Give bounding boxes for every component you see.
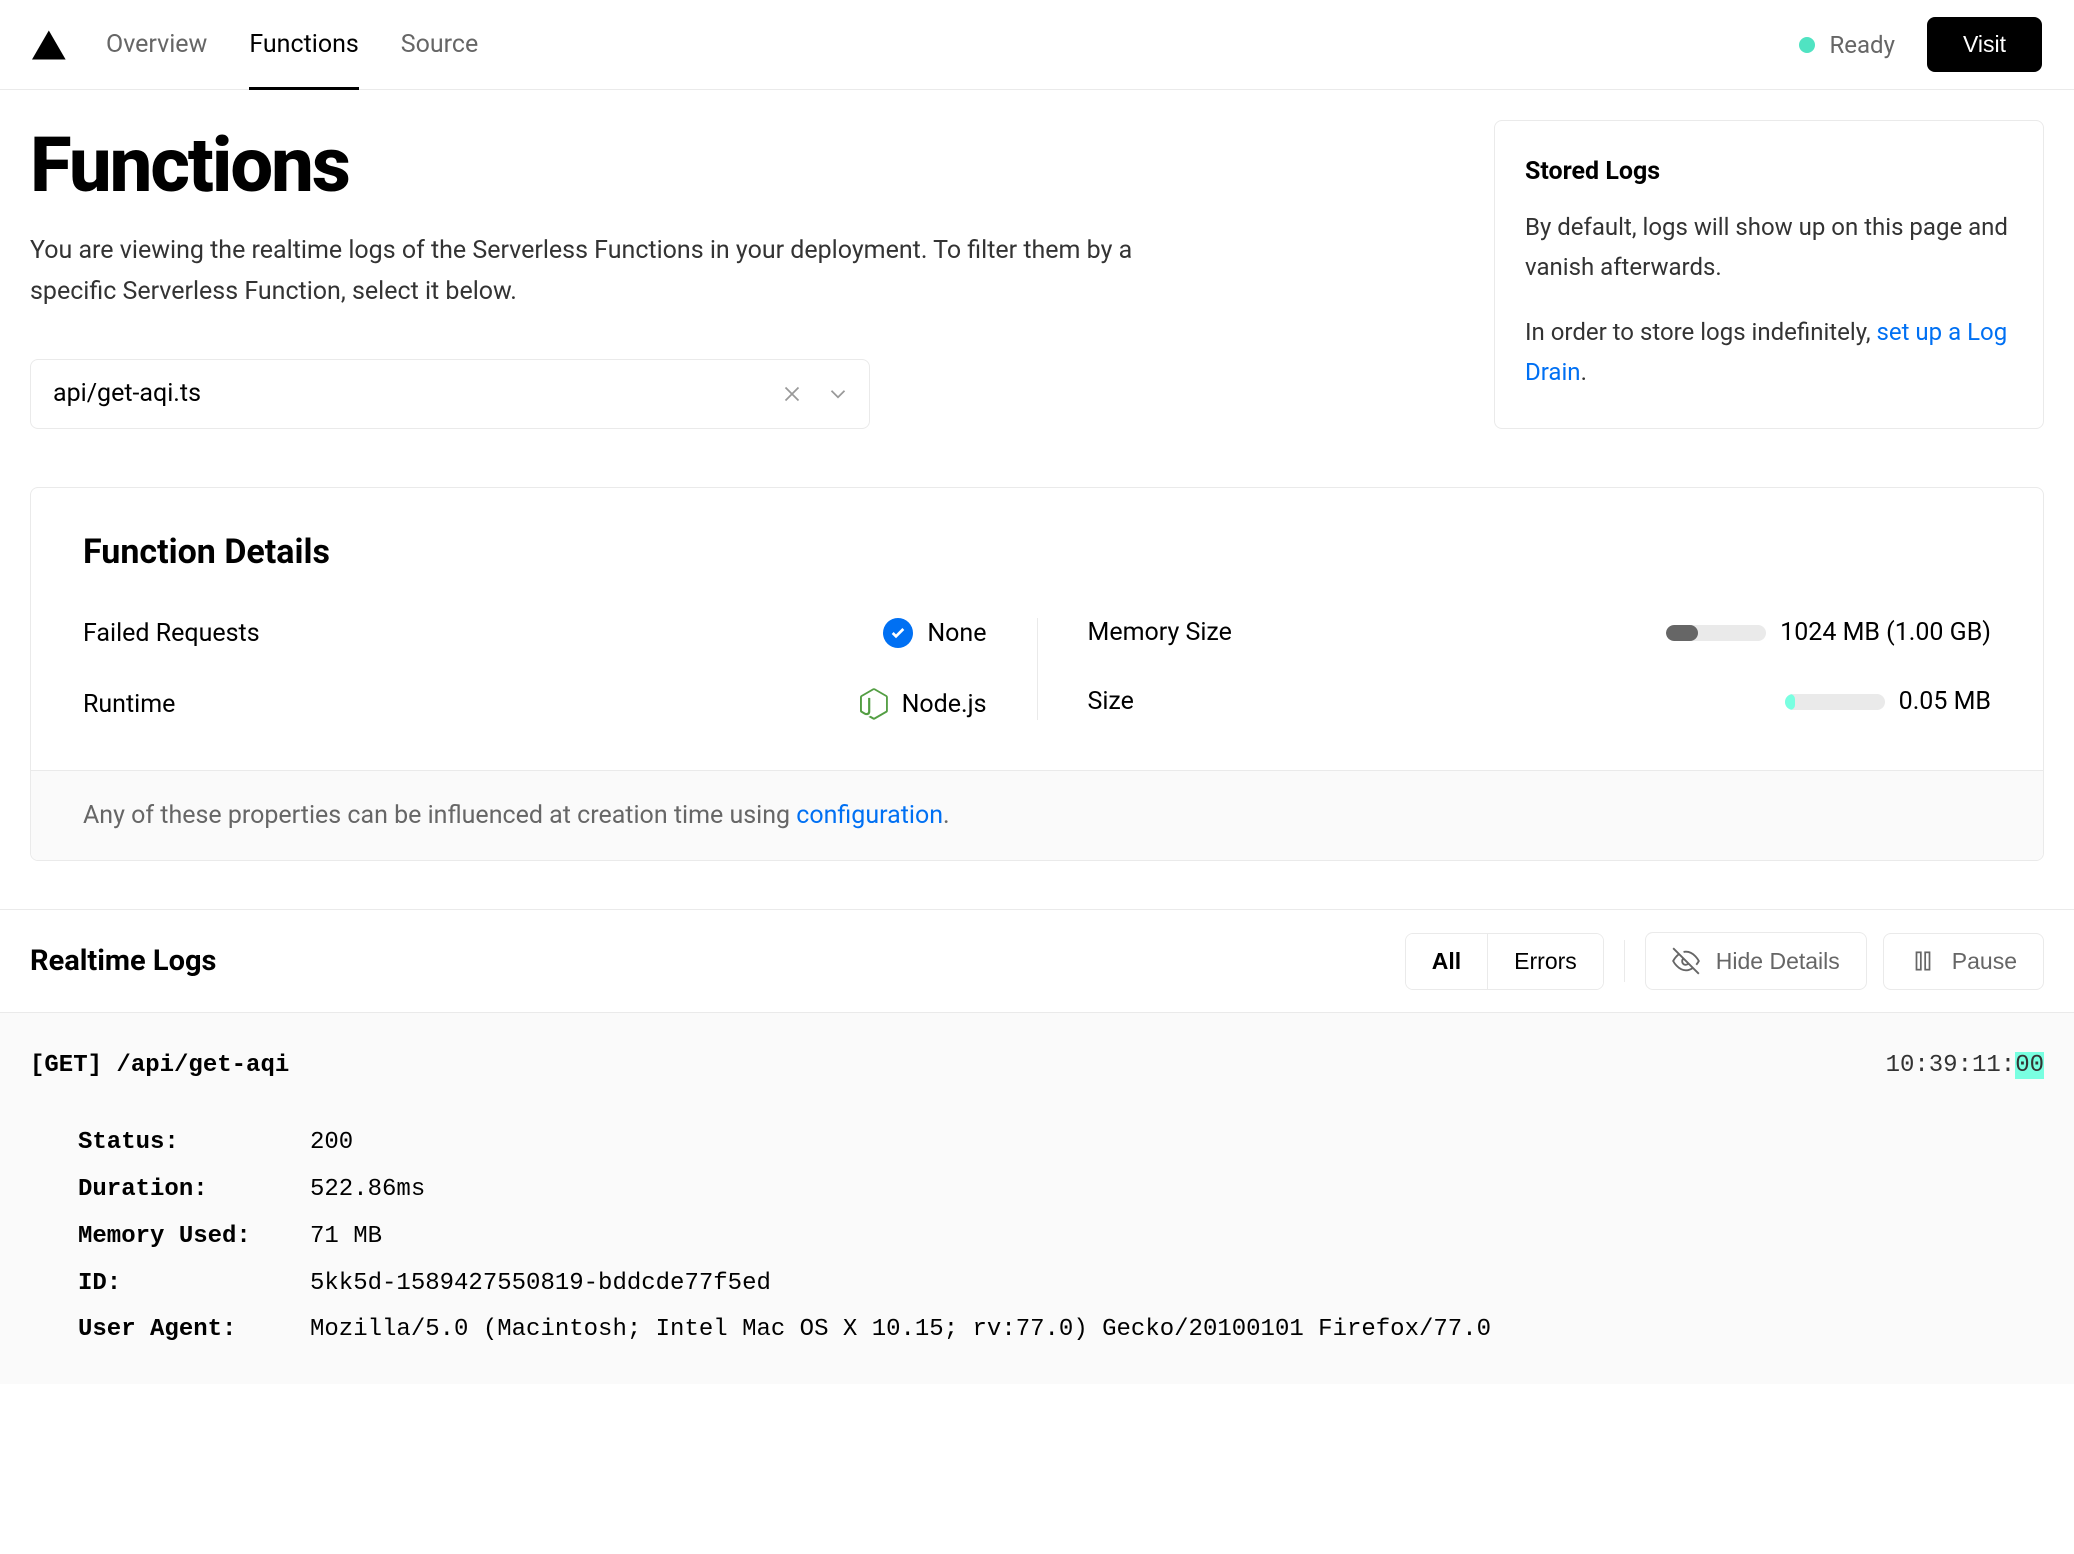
nav-tab-functions[interactable]: Functions: [249, 0, 358, 90]
detail-label: Size: [1088, 687, 1134, 716]
memory-progress-bar: [1666, 625, 1766, 641]
log-value: 5kk5d-1589427550819-bddcde77f5ed: [310, 1261, 2044, 1308]
log-value: Mozilla/5.0 (Macintosh; Intel Mac OS X 1…: [310, 1307, 2044, 1354]
log-key: Duration:: [78, 1167, 310, 1214]
stored-logs-card: Stored Logs By default, logs will show u…: [1494, 120, 2044, 429]
details-title: Function Details: [83, 532, 1991, 572]
function-selector-value: api/get-aqi.ts: [53, 379, 201, 408]
log-method: [GET]: [30, 1052, 102, 1079]
top-row: Functions You are viewing the realtime l…: [30, 120, 2044, 429]
status-text: Ready: [1829, 31, 1894, 59]
log-filter-toggle: All Errors: [1405, 933, 1604, 990]
log-timestamp: 10:39:11:00: [1886, 1043, 2044, 1090]
log-key: Memory Used:: [78, 1214, 310, 1261]
detail-failed-requests: Failed Requests None: [83, 618, 987, 648]
details-footer: Any of these properties can be influence…: [31, 770, 2043, 860]
realtime-logs-bar: Realtime Logs All Errors Hide Details Pa…: [0, 910, 2074, 1013]
details-col-left: Failed Requests None Runtime Node.js: [83, 618, 1038, 720]
size-progress-bar: [1785, 694, 1885, 710]
content: Functions You are viewing the realtime l…: [0, 90, 2074, 861]
details-grid: Failed Requests None Runtime Node.js: [83, 618, 1991, 720]
eye-off-icon: [1672, 947, 1700, 975]
detail-value: 0.05 MB: [1899, 687, 1991, 716]
log-row-id: ID: 5kk5d-1589427550819-bddcde77f5ed: [78, 1261, 2044, 1308]
nodejs-icon: [860, 688, 888, 720]
details-body: Function Details Failed Requests None Ru: [31, 488, 2043, 770]
status-dot-icon: [1799, 37, 1815, 53]
pause-button[interactable]: Pause: [1883, 933, 2044, 990]
filter-errors-button[interactable]: Errors: [1487, 934, 1603, 989]
topbar-left: Overview Functions Source: [32, 0, 478, 90]
topbar: Overview Functions Source Ready Visit: [0, 0, 2074, 90]
log-header-line: [GET] /api/get-aqi 10:39:11:00: [30, 1043, 2044, 1090]
chevron-down-icon[interactable]: [825, 381, 851, 407]
log-key: ID:: [78, 1261, 310, 1308]
divider: [1624, 940, 1625, 982]
nav-tab-overview[interactable]: Overview: [106, 0, 207, 90]
detail-size: Size 0.05 MB: [1088, 687, 1992, 716]
visit-button[interactable]: Visit: [1927, 17, 2042, 72]
stored-logs-title: Stored Logs: [1525, 157, 2013, 186]
function-selector[interactable]: api/get-aqi.ts: [30, 359, 870, 429]
log-value: 200: [310, 1120, 2044, 1167]
left-column: Functions You are viewing the realtime l…: [30, 120, 1230, 429]
detail-label: Failed Requests: [83, 619, 260, 648]
log-key: User Agent:: [78, 1307, 310, 1354]
function-details-card: Function Details Failed Requests None Ru: [30, 487, 2044, 861]
detail-value: 1024 MB (1.00 GB): [1780, 618, 1991, 647]
nav-tabs: Overview Functions Source: [106, 0, 478, 90]
filter-all-button[interactable]: All: [1406, 934, 1487, 989]
page-title: Functions: [30, 120, 1230, 210]
log-key: Status:: [78, 1120, 310, 1167]
logo-icon: [32, 30, 66, 60]
detail-value: None: [927, 619, 986, 648]
detail-memory-size: Memory Size 1024 MB (1.00 GB): [1088, 618, 1992, 647]
log-row-status: Status: 200: [78, 1120, 2044, 1167]
topbar-right: Ready Visit: [1799, 17, 2042, 72]
log-details-block: Status: 200 Duration: 522.86ms Memory Us…: [30, 1120, 2044, 1354]
pause-icon: [1910, 948, 1936, 974]
detail-label: Runtime: [83, 690, 175, 719]
detail-label: Memory Size: [1088, 618, 1232, 647]
nav-tab-source[interactable]: Source: [401, 0, 478, 90]
realtime-section: Realtime Logs All Errors Hide Details Pa…: [0, 909, 2074, 1384]
log-path: /api/get-aqi: [116, 1052, 289, 1079]
clear-icon[interactable]: [779, 381, 805, 407]
log-value: 71 MB: [310, 1214, 2044, 1261]
details-col-right: Memory Size 1024 MB (1.00 GB) Size 0.05 …: [1038, 618, 1992, 720]
log-row-memory: Memory Used: 71 MB: [78, 1214, 2044, 1261]
log-row-duration: Duration: 522.86ms: [78, 1167, 2044, 1214]
configuration-link[interactable]: configuration: [796, 801, 943, 830]
log-output: [GET] /api/get-aqi 10:39:11:00 Status: 2…: [0, 1013, 2074, 1384]
realtime-logs-title: Realtime Logs: [30, 944, 216, 978]
selector-icons: [779, 381, 851, 407]
hide-details-button[interactable]: Hide Details: [1645, 932, 1867, 990]
stored-logs-p2: In order to store logs indefinitely, set…: [1525, 313, 2013, 392]
detail-runtime: Runtime Node.js: [83, 688, 987, 720]
stored-logs-p1: By default, logs will show up on this pa…: [1525, 208, 2013, 287]
log-value: 522.86ms: [310, 1167, 2044, 1214]
page-subtitle: You are viewing the realtime logs of the…: [30, 230, 1180, 313]
logs-bar-controls: All Errors Hide Details Pause: [1405, 932, 2044, 990]
detail-value: Node.js: [902, 690, 987, 719]
log-row-user-agent: User Agent: Mozilla/5.0 (Macintosh; Inte…: [78, 1307, 2044, 1354]
check-circle-icon: [883, 618, 913, 648]
status-chip: Ready: [1799, 31, 1894, 59]
